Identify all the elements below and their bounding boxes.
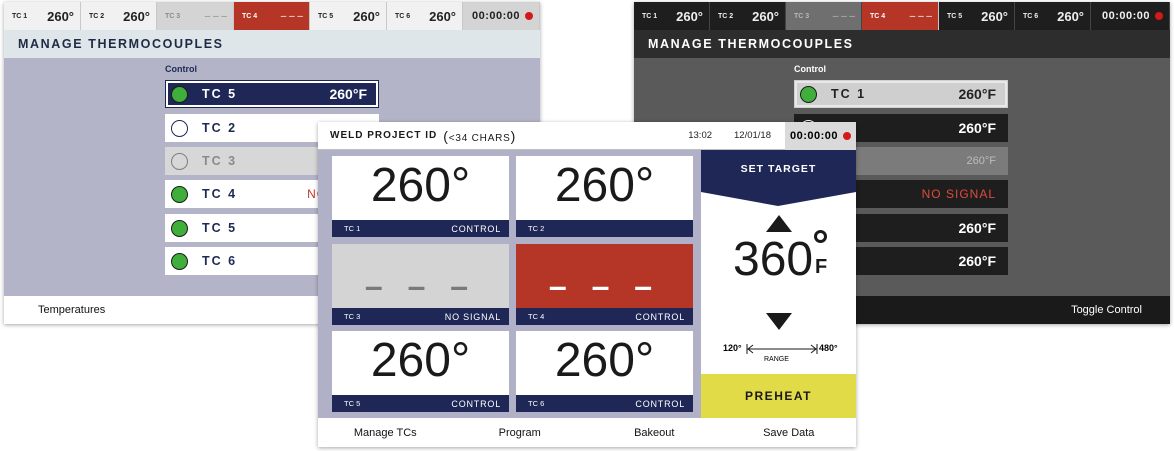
record-dot-icon [843,131,852,140]
tc-tile-1[interactable]: 260° TC 1 CONTROL [332,156,509,237]
page-title: MANAGE THERMOCOUPLES [4,30,540,58]
control-on-indicator-icon[interactable] [171,185,188,203]
status-strip: TC 1 260° TC 2 260° TC 3– – – TC 4– – – TC… [634,2,1170,30]
target-control-panel: SET TARGET 360 F 120° 480° RANGE PREHEAT [701,150,856,418]
status-cell-tc3[interactable]: TC 3– – – [157,2,234,30]
tc-tile-3[interactable]: – – – TC 3 NO SIGNAL [332,244,509,325]
status-cell-tc3[interactable]: TC 3– – – [786,2,862,30]
control-disabled-indicator-icon[interactable] [171,152,188,170]
tc-row-selected[interactable]: TC 5 260°F [165,80,379,108]
status-cell-tc1[interactable]: TC 1 260° [4,2,81,30]
control-off-indicator-icon[interactable] [171,119,188,137]
tc-row-selected[interactable]: TC 1 260°F [794,80,1008,108]
record-dot-icon [525,12,533,20]
decrease-target-arrow-icon[interactable] [766,313,792,330]
status-cell-tc2[interactable]: TC 2 260° [81,2,157,30]
nav-bakeout[interactable]: Bakeout [587,427,722,439]
increase-target-arrow-icon[interactable] [766,215,792,232]
status-cell-tc6[interactable]: TC 6 260° [1015,2,1091,30]
set-target-header: SET TARGET [701,150,856,206]
project-id-label[interactable]: WELD PROJECT ID [318,130,437,141]
header-bar: WELD PROJECT ID (<34 CHARS) 13:02 12/01/… [318,122,856,150]
status-strip: TC 1 260° TC 2 260° TC 3– – – TC 4– – – TC… [4,2,540,30]
status-cell-tc6[interactable]: TC 6 260° [387,2,463,30]
main-dashboard-screen: WELD PROJECT ID (<34 CHARS) 13:02 12/01/… [318,122,856,447]
timer[interactable]: 00:00:00 [785,122,856,150]
toggle-control-button[interactable]: Toggle Control [1071,304,1142,316]
nav-program[interactable]: Program [453,427,588,439]
tc-tile-4[interactable]: – – – TC 4 CONTROL [516,244,693,325]
range-arrow-icon [746,344,818,354]
control-on-indicator-icon[interactable] [171,252,188,270]
temperatures-button[interactable]: Temperatures [38,304,105,316]
tc-tile-2[interactable]: 260° TC 2 [516,156,693,237]
range-indicator: 120° 480° RANGE [723,343,838,363]
project-id-hint: (<34 CHARS) [443,127,517,144]
control-column-label: Control [165,64,197,74]
control-on-indicator-icon[interactable] [800,85,817,103]
bottom-nav: Manage TCs Program Bakeout Save Data [318,418,856,447]
tc-tile-5[interactable]: 260° TC 5 CONTROL [332,331,509,412]
clock-date: 12/01/18 [734,130,771,141]
control-column-label: Control [794,64,826,74]
preheat-button[interactable]: PREHEAT [701,374,856,418]
degree-symbol-icon [814,230,827,243]
status-cell-tc5[interactable]: TC 5 260° [310,2,387,30]
target-unit: F [815,256,828,278]
timer[interactable]: 00:00:00 [1091,2,1170,30]
page-title: MANAGE THERMOCOUPLES [634,30,1170,58]
status-cell-tc4[interactable]: TC 4– – – [234,2,310,30]
nav-manage-tcs[interactable]: Manage TCs [318,427,453,439]
control-on-indicator-icon[interactable] [171,219,188,237]
status-cell-tc4[interactable]: TC 4– – – [862,2,939,30]
clock-time: 13:02 [688,130,713,141]
timer[interactable]: 00:00:00 [463,2,540,30]
nav-save-data[interactable]: Save Data [722,427,857,439]
status-cell-tc1[interactable]: TC 1 260° [634,2,710,30]
control-on-indicator-icon[interactable] [171,85,188,103]
tc-tile-6[interactable]: 260° TC 6 CONTROL [516,331,693,412]
status-cell-tc2[interactable]: TC 2 260° [710,2,786,30]
set-target-chevron-icon [701,192,856,206]
status-cell-tc5[interactable]: TC 5 260° [939,2,1015,30]
record-dot-icon [1155,12,1163,20]
target-temperature: 360 [733,233,814,286]
